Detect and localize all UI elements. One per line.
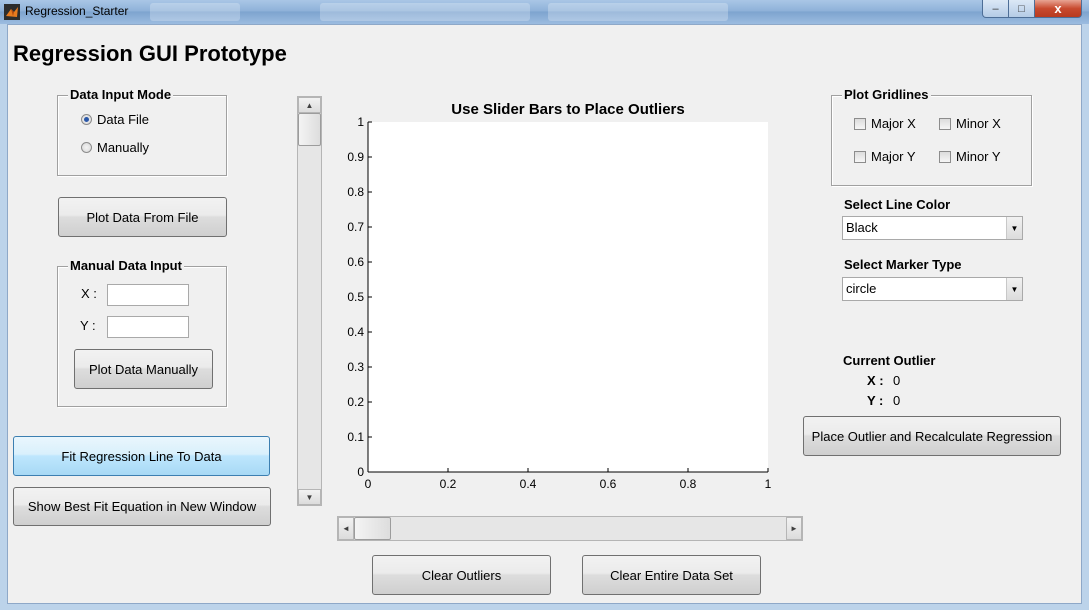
marker-type-dropdown[interactable]: circle ▼ [842,277,1023,301]
y-tick-label: 0.9 [347,150,364,164]
radio-manually[interactable] [81,142,92,153]
line-color-label: Select Line Color [844,197,951,212]
y-tick-label: 0.6 [347,255,364,269]
minimize-button[interactable]: – [982,0,1009,18]
x-tick-label: 0 [365,477,372,491]
slider-right-arrow[interactable]: ► [786,517,802,540]
window-titlebar[interactable] [0,0,1089,24]
group-title: Manual Data Input [68,258,184,273]
chevron-down-icon[interactable]: ▼ [1006,217,1022,239]
x-tick-label: 1 [765,477,772,491]
y-tick-label: 0.7 [347,220,364,234]
y-input-label: Y : [80,318,96,333]
show-equation-button[interactable]: Show Best Fit Equation in New Window [13,487,271,526]
x-value-input[interactable] [107,284,189,306]
radio-data-file[interactable] [81,114,92,125]
fit-regression-button[interactable]: Fit Regression Line To Data [13,436,270,476]
marker-type-value: circle [846,281,877,296]
group-title: Plot Gridlines [842,87,931,102]
marker-type-label: Select Marker Type [844,257,962,272]
current-outlier-title: Current Outlier [843,353,936,368]
clear-outliers-button[interactable]: Clear Outliers [372,555,551,595]
outlier-y-value: 0 [893,393,901,408]
clear-all-data-button[interactable]: Clear Entire Data Set [582,555,761,595]
y-tick-label: 0.1 [347,430,364,444]
outlier-x-label: X : [867,373,884,388]
radio-data-file-label[interactable]: Data File [97,112,149,127]
maximize-button[interactable]: □ [1008,0,1035,18]
y-tick-label: 0 [357,465,364,479]
window-title: Regression_Starter [25,4,129,18]
major-x-checkbox[interactable] [854,118,866,130]
outlier-y-label: Y : [867,393,884,408]
outlier-x-value: 0 [893,373,901,388]
minor-x-label[interactable]: Minor X [956,116,1001,131]
plot-from-file-button[interactable]: Plot Data From File [58,197,227,237]
minor-y-checkbox[interactable] [939,151,951,163]
slider-down-arrow[interactable]: ▼ [298,489,321,505]
y-tick-label: 0.3 [347,360,364,374]
horizontal-slider-thumb[interactable] [354,517,391,540]
place-outlier-button[interactable]: Place Outlier and Recalculate Regression [803,416,1061,456]
x-input-label: X : [81,286,97,301]
x-tick-label: 0.6 [600,477,617,491]
line-color-value: Black [846,220,878,235]
radio-manually-label[interactable]: Manually [97,140,149,155]
y-tick-label: 1 [357,115,364,129]
slider-up-arrow[interactable]: ▲ [298,97,321,113]
plot-area[interactable] [368,122,768,472]
y-tick-label: 0.8 [347,185,364,199]
regression-axes[interactable]: Use Slider Bars to Place Outliers 0 0.1 0.… [330,95,800,495]
y-tick-label: 0.4 [347,325,364,339]
close-button[interactable]: x [1034,0,1082,18]
chevron-down-icon[interactable]: ▼ [1006,278,1022,300]
horizontal-outlier-slider[interactable] [337,516,803,541]
y-value-input[interactable] [107,316,189,338]
slider-left-arrow[interactable]: ◄ [338,517,354,540]
x-tick-label: 0.8 [680,477,697,491]
plot-manually-button[interactable]: Plot Data Manually [74,349,213,389]
y-tick-label: 0.2 [347,395,364,409]
plot-gridlines-group: Plot Gridlines [831,87,1032,186]
major-y-checkbox[interactable] [854,151,866,163]
y-tick-label: 0.5 [347,290,364,304]
minor-x-checkbox[interactable] [939,118,951,130]
plot-title: Use Slider Bars to Place Outliers [451,101,684,118]
vertical-outlier-slider[interactable] [297,96,322,506]
minor-y-label[interactable]: Minor Y [956,149,1001,164]
x-tick-label: 0.2 [440,477,457,491]
page-title: Regression GUI Prototype [13,41,287,66]
major-y-label[interactable]: Major Y [871,149,916,164]
vertical-slider-thumb[interactable] [298,113,321,146]
x-tick-label: 0.4 [520,477,537,491]
group-title: Data Input Mode [68,87,174,102]
matlab-icon [4,4,20,20]
data-input-mode-group: Data Input Mode [57,87,227,176]
line-color-dropdown[interactable]: Black ▼ [842,216,1023,240]
major-x-label[interactable]: Major X [871,116,916,131]
